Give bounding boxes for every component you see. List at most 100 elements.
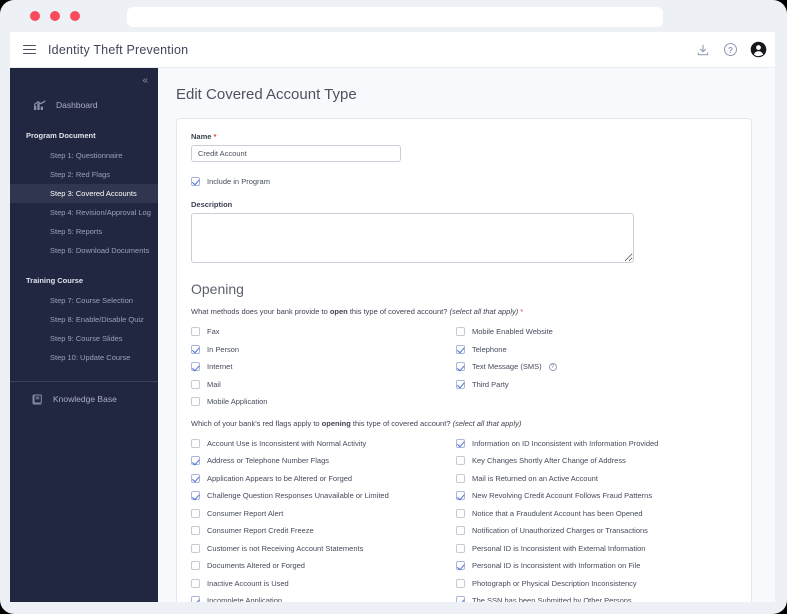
sidebar-item-knowledge-base[interactable]: Knowledge Base xyxy=(10,389,158,409)
checkbox-unchecked-icon[interactable] xyxy=(456,456,465,466)
checkbox-label: Inactive Account is Used xyxy=(207,578,289,588)
checkbox-checked-icon[interactable] xyxy=(456,362,465,372)
checkbox-label: Notification of Unauthorized Charges or … xyxy=(472,526,648,536)
checkbox-include-in-program[interactable]: Include in Program xyxy=(191,177,737,186)
checkbox-consumer-report-credit-freeze[interactable]: Consumer Report Credit Freeze xyxy=(191,522,456,540)
checkbox-mail-is-returned-on-an-active-account[interactable]: Mail is Returned on an Active Account xyxy=(456,470,737,488)
checkbox-application-appears-to-be-altered-or-forged[interactable]: Application Appears to be Altered or For… xyxy=(191,470,456,488)
checkbox-checked-icon[interactable] xyxy=(456,438,465,448)
opening-section-heading: Opening xyxy=(191,281,244,297)
checkbox-unchecked-icon[interactable] xyxy=(456,473,465,483)
sidebar-item-step-9-course-slides[interactable]: Step 9: Course Slides xyxy=(10,329,158,348)
checkbox-personal-id-is-inconsistent-with-external-information[interactable]: Personal ID is Inconsistent with Externa… xyxy=(456,540,737,558)
red-flags-question: Which of your bank's red flags apply to … xyxy=(191,418,522,428)
checkbox-label: Mobile Application xyxy=(207,397,268,407)
help-icon[interactable]: ? xyxy=(548,362,557,371)
name-label: Name * xyxy=(191,132,217,141)
checkbox-new-revolving-credit-account-follows-fraud-patterns[interactable]: New Revolving Credit Account Follows Fra… xyxy=(456,487,737,505)
window-close-button[interactable] xyxy=(30,11,40,21)
checkbox-unchecked-icon[interactable] xyxy=(191,379,200,389)
checkbox-checked-icon[interactable] xyxy=(191,177,200,186)
checkbox-checked-icon[interactable] xyxy=(191,473,200,483)
sidebar-item-step-6-download-documents[interactable]: Step 6: Download Documents xyxy=(10,241,158,260)
checkbox-unchecked-icon[interactable] xyxy=(191,508,200,518)
checkbox-consumer-report-alert[interactable]: Consumer Report Alert xyxy=(191,505,456,523)
checkbox-mobile-application[interactable]: Mobile Application xyxy=(191,393,456,411)
checkbox-unchecked-icon[interactable] xyxy=(191,327,200,337)
checkbox-label: Consumer Report Credit Freeze xyxy=(207,526,314,536)
checkbox-checked-icon[interactable] xyxy=(191,362,200,372)
checkbox-the-ssn-has-been-submitted-by-other-persons[interactable]: The SSN has been Submitted by Other Pers… xyxy=(456,592,737,602)
checkbox-checked-icon[interactable] xyxy=(191,456,200,466)
checkbox-mobile-enabled-website[interactable]: Mobile Enabled Website xyxy=(456,323,737,341)
sidebar-item-step-8-enable-disable-quiz[interactable]: Step 8: Enable/Disable Quiz xyxy=(10,310,158,329)
sidebar-item-step-7-course-selection[interactable]: Step 7: Course Selection xyxy=(10,291,158,310)
sidebar-item-step-5-reports[interactable]: Step 5: Reports xyxy=(10,222,158,241)
checkbox-notice-that-a-fraudulent-account-has-been-opened[interactable]: Notice that a Fraudulent Account has bee… xyxy=(456,505,737,523)
checkbox-notification-of-unauthorized-charges-or-transactions[interactable]: Notification of Unauthorized Charges or … xyxy=(456,522,737,540)
checkbox-unchecked-icon[interactable] xyxy=(456,526,465,536)
checkbox-text-message-sms[interactable]: Text Message (SMS)? xyxy=(456,358,737,376)
checkbox-checked-icon[interactable] xyxy=(456,596,465,602)
checkbox-key-changes-shortly-after-change-of-address[interactable]: Key Changes Shortly After Change of Addr… xyxy=(456,452,737,470)
checkbox-unchecked-icon[interactable] xyxy=(191,561,200,571)
sidebar-item-label: Dashboard xyxy=(56,100,98,110)
checkbox-internet[interactable]: Internet xyxy=(191,358,456,376)
checkbox-checked-icon[interactable] xyxy=(456,379,465,389)
sidebar-item-step-4-revision-approval-log[interactable]: Step 4: Revision/Approval Log xyxy=(10,203,158,222)
checkbox-account-use-is-inconsistent-with-normal-activity[interactable]: Account Use is Inconsistent with Normal … xyxy=(191,435,456,453)
description-label: Description xyxy=(191,200,233,209)
checkbox-information-on-id-inconsistent-with-information-provided[interactable]: Information on ID Inconsistent with Info… xyxy=(456,435,737,453)
help-icon[interactable]: ? xyxy=(722,41,739,58)
checkbox-third-party[interactable]: Third Party xyxy=(456,376,737,394)
checkbox-label: Challenge Question Responses Unavailable… xyxy=(207,491,389,501)
checkbox-address-or-telephone-number-flags[interactable]: Address or Telephone Number Flags xyxy=(191,452,456,470)
checkbox-unchecked-icon[interactable] xyxy=(456,578,465,588)
sidebar-item-dashboard[interactable]: Dashboard xyxy=(10,95,158,115)
checkbox-challenge-question-responses-unavailable-or-limited[interactable]: Challenge Question Responses Unavailable… xyxy=(191,487,456,505)
sidebar-item-step-10-update-course[interactable]: Step 10: Update Course xyxy=(10,348,158,367)
checkbox-inactive-account-is-used[interactable]: Inactive Account is Used xyxy=(191,575,456,593)
download-icon[interactable] xyxy=(694,41,711,58)
checkbox-unchecked-icon[interactable] xyxy=(456,543,465,553)
sidebar-item-step-2-red-flags[interactable]: Step 2: Red Flags xyxy=(10,165,158,184)
checkbox-label: Documents Altered or Forged xyxy=(207,561,305,571)
checkbox-customer-is-not-receiving-account-statements[interactable]: Customer is not Receiving Account Statem… xyxy=(191,540,456,558)
checkbox-unchecked-icon[interactable] xyxy=(456,327,465,337)
address-bar[interactable] xyxy=(127,7,663,27)
checkbox-fax[interactable]: Fax xyxy=(191,323,456,341)
checkbox-incomplete-application[interactable]: Incomplete Application xyxy=(191,592,456,602)
checkbox-in-person[interactable]: In Person xyxy=(191,341,456,359)
checkbox-checked-icon[interactable] xyxy=(191,596,200,602)
checkbox-label: Personal ID is Inconsistent with Externa… xyxy=(472,543,646,553)
checkbox-checked-icon[interactable] xyxy=(456,561,465,571)
sidebar-item-step-1-questionnaire[interactable]: Step 1: Questionnaire xyxy=(10,146,158,165)
checkbox-checked-icon[interactable] xyxy=(456,491,465,501)
checkbox-checked-icon[interactable] xyxy=(191,344,200,354)
checkbox-unchecked-icon[interactable] xyxy=(191,578,200,588)
description-textarea[interactable] xyxy=(191,213,634,263)
checkbox-checked-icon[interactable] xyxy=(456,344,465,354)
checkbox-unchecked-icon[interactable] xyxy=(456,508,465,518)
window-maximize-button[interactable] xyxy=(70,11,80,21)
checkbox-label: Text Message (SMS) xyxy=(472,362,542,372)
checkbox-label: In Person xyxy=(207,344,240,354)
checkbox-documents-altered-or-forged[interactable]: Documents Altered or Forged xyxy=(191,557,456,575)
hamburger-menu-icon[interactable] xyxy=(23,44,36,55)
name-input[interactable] xyxy=(191,145,401,162)
checkbox-unchecked-icon[interactable] xyxy=(191,438,200,448)
checkbox-photograph-or-physical-description-inconsistency[interactable]: Photograph or Physical Description Incon… xyxy=(456,575,737,593)
checkbox-unchecked-icon[interactable] xyxy=(191,543,200,553)
sidebar-item-step-3-covered-accounts[interactable]: Step 3: Covered Accounts xyxy=(10,184,158,203)
window-minimize-button[interactable] xyxy=(50,11,60,21)
checkbox-unchecked-icon[interactable] xyxy=(191,397,200,407)
checkbox-unchecked-icon[interactable] xyxy=(191,526,200,536)
checkbox-checked-icon[interactable] xyxy=(191,491,200,501)
methods-checkbox-grid: Fax In Person Internet Mail Mobile Applicati… xyxy=(191,323,737,411)
browser-chrome xyxy=(0,0,787,32)
checkbox-personal-id-is-inconsistent-with-information-on-file[interactable]: Personal ID is Inconsistent with Informa… xyxy=(456,557,737,575)
checkbox-telephone[interactable]: Telephone xyxy=(456,341,737,359)
checkbox-mail[interactable]: Mail xyxy=(191,376,456,394)
sidebar-collapse-icon[interactable]: « xyxy=(10,68,158,86)
account-avatar[interactable] xyxy=(750,41,767,58)
